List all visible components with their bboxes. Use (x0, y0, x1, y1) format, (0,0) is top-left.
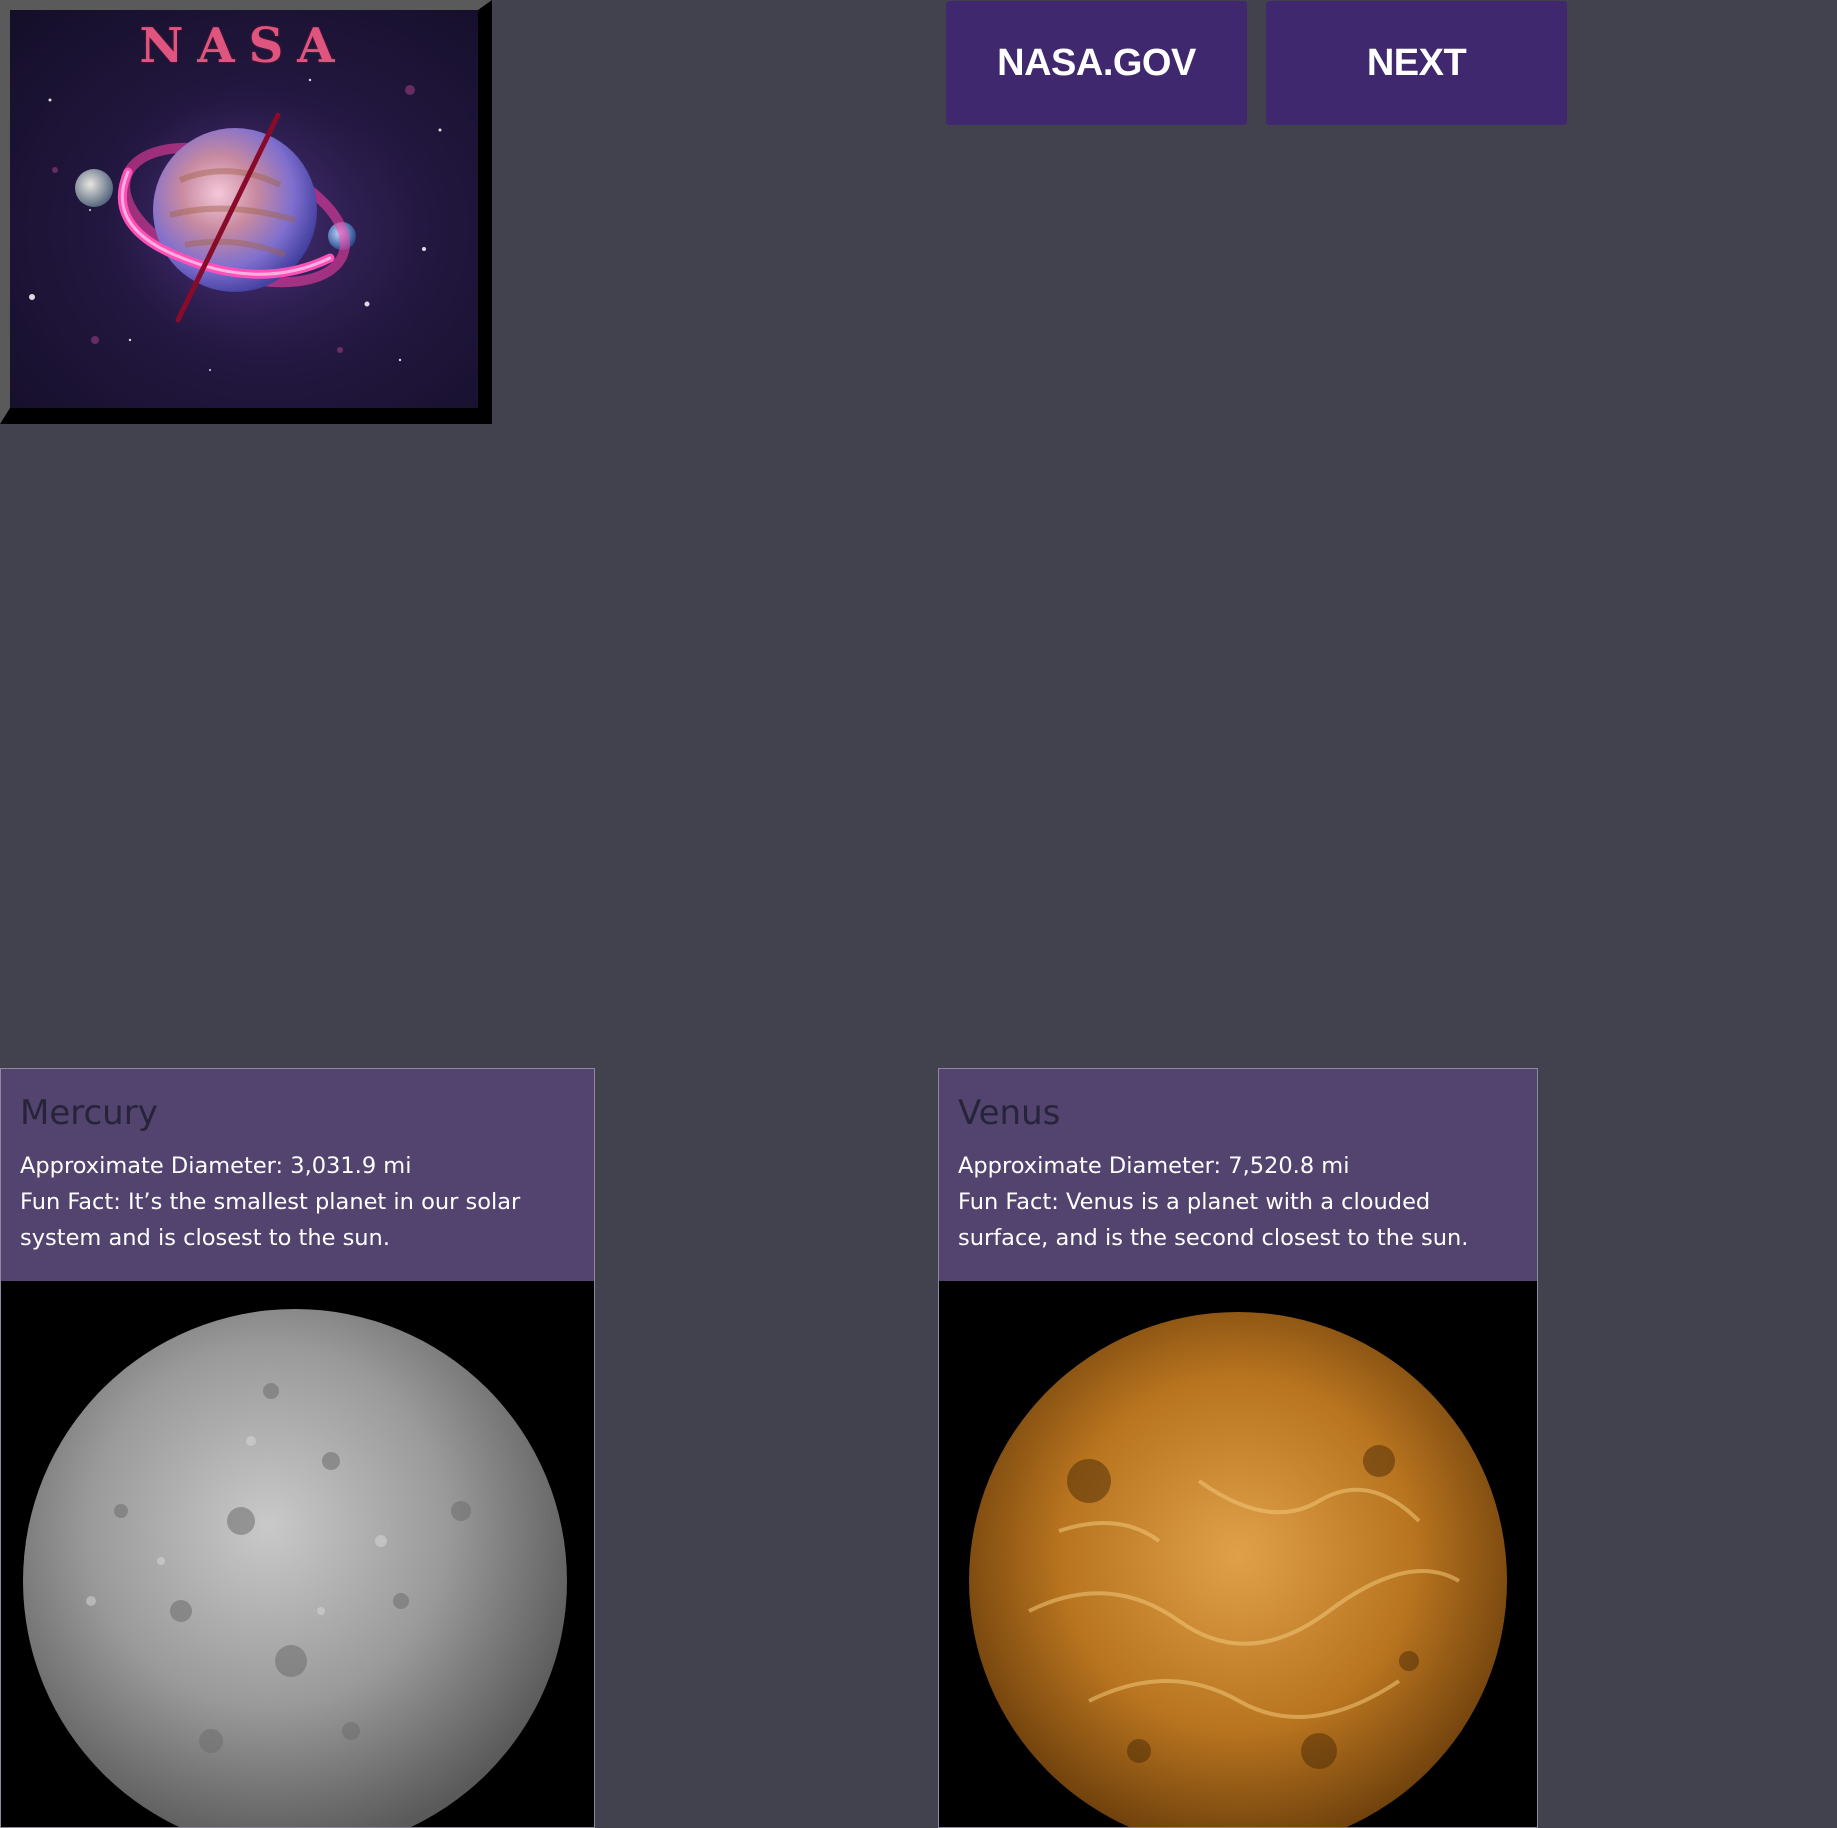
planet-diameter: Approximate Diameter: 3,031.9 mi (20, 1152, 412, 1179)
nasa-gov-button[interactable]: NASA.GOV (946, 1, 1247, 125)
planet-card-mercury: Mercury Approximate Diameter: 3,031.9 mi… (0, 1068, 595, 1828)
next-button[interactable]: NEXT (1266, 1, 1567, 125)
card-header: Venus Approximate Diameter: 7,520.8 mi F… (939, 1069, 1537, 1281)
planet-diameter: Approximate Diameter: 7,520.8 mi (958, 1152, 1350, 1179)
venus-image (939, 1281, 1537, 1827)
logo-title: NASA (139, 18, 349, 74)
nasa-logo: NASA (0, 0, 492, 424)
planet-name: Venus (958, 1093, 1061, 1133)
planet-fun-fact: Fun Fact: Venus is a planet with a cloud… (958, 1188, 1469, 1251)
venus-planet-icon (969, 1312, 1507, 1827)
planet-name: Mercury (20, 1093, 158, 1133)
mercury-image (1, 1281, 594, 1827)
card-header: Mercury Approximate Diameter: 3,031.9 mi… (1, 1069, 594, 1281)
mercury-planet-icon (23, 1309, 567, 1827)
planet-fun-fact: Fun Fact: It’s the smallest planet in ou… (20, 1188, 521, 1251)
planet-card-venus: Venus Approximate Diameter: 7,520.8 mi F… (938, 1068, 1538, 1828)
